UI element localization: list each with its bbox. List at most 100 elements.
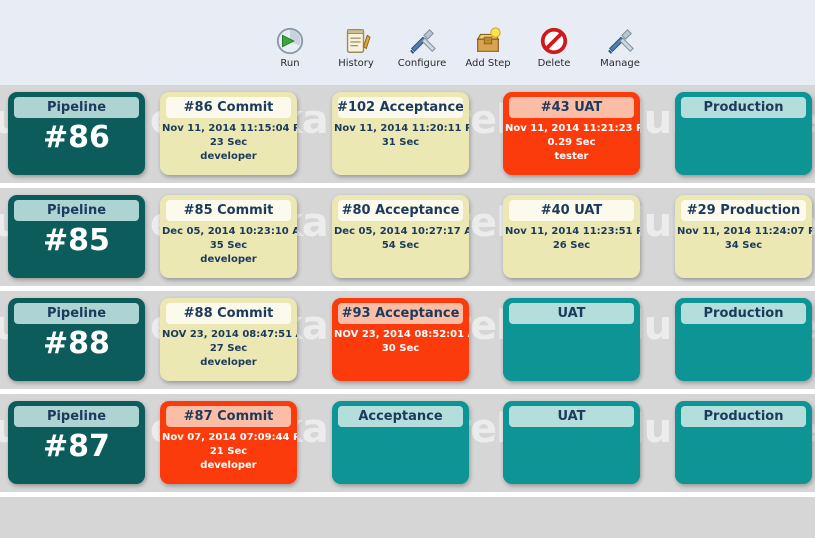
pipeline-rows: edureka!edureka!edureka!edureka!edureka!… <box>0 85 815 497</box>
toolbar-button-manage[interactable]: Manage <box>595 26 645 69</box>
toolbar-button-label: History <box>338 58 374 69</box>
toolbar-actions: Run History Configure Add Step Delete Manage <box>265 26 645 69</box>
stage-card-datetime: Nov 07, 2014 07:09:44 PM <box>162 432 297 443</box>
stage-card-body: Nov 11, 2014 11:24:07 PM 34 Sec <box>677 225 812 276</box>
pipeline-card-title: Pipeline <box>14 406 139 427</box>
pipeline-card-title: Pipeline <box>14 303 139 324</box>
stage-card-duration: 27 Sec <box>209 343 248 354</box>
stage-card-body <box>677 328 810 379</box>
stage-card-body: Nov 11, 2014 11:20:11 PM 31 Sec <box>334 122 469 173</box>
toolbar-button-label: Delete <box>537 58 571 69</box>
stage-card-datetime: Nov 11, 2014 11:20:11 PM <box>334 123 469 134</box>
toolbar-button-label: Run <box>280 58 300 69</box>
stage-card[interactable]: UAT <box>503 298 640 381</box>
stage-card[interactable]: Production <box>675 298 812 381</box>
run-icon <box>276 27 304 55</box>
stage-card-body: Dec 05, 2014 10:23:10 AM 35 Sec developer <box>162 225 297 276</box>
stage-card-user: developer <box>200 151 257 162</box>
row-cards: Pipeline #86 #86 Commit Nov 11, 2014 11:15:… <box>0 85 815 183</box>
stage-card[interactable]: #88 Commit NOV 23, 2014 08:47:51 AM 27 Sec… <box>160 298 297 381</box>
stage-card-datetime: Nov 11, 2014 11:15:04 PM <box>162 123 297 134</box>
stage-card-user: developer <box>200 254 257 265</box>
pipeline-row: edureka!edureka!edureka!edureka!edureka!… <box>0 188 815 286</box>
stage-card[interactable]: #43 UAT Nov 11, 2014 11:21:23 PM 0.29 Sec t… <box>503 92 640 175</box>
stage-card-title: #102 Acceptance <box>338 97 463 118</box>
stage-card-body: Nov 11, 2014 11:21:23 PM 0.29 Sec tester <box>505 122 640 173</box>
toolbar-button-add-step[interactable]: Add Step <box>463 26 513 69</box>
pipeline-card-number: #88 <box>43 326 110 361</box>
stage-card-datetime: NOV 23, 2014 08:52:01 AM <box>334 329 469 340</box>
stage-card-user: tester <box>554 151 589 162</box>
stage-card-body: Nov 11, 2014 11:15:04 PM 23 Sec developer <box>162 122 297 173</box>
stage-card[interactable]: #102 Acceptance Nov 11, 2014 11:20:11 PM 3… <box>332 92 469 175</box>
toolbar-button-history[interactable]: History <box>331 26 381 69</box>
pipeline-card[interactable]: Pipeline #86 <box>8 92 145 175</box>
stage-card[interactable]: #80 Acceptance Dec 05, 2014 10:27:17 AM 54… <box>332 195 469 278</box>
row-cards: Pipeline #87 #87 Commit Nov 07, 2014 07:09:… <box>0 394 815 492</box>
configure-icon <box>410 29 436 54</box>
stage-card-datetime: Nov 11, 2014 11:23:51 PM <box>505 226 640 237</box>
add-step-icon <box>476 27 501 52</box>
stage-card-duration: 34 Sec <box>724 240 763 251</box>
stage-card-duration: 31 Sec <box>381 137 420 148</box>
pipeline-card-title: Pipeline <box>14 97 139 118</box>
stage-card-title: #43 UAT <box>509 97 634 118</box>
stage-card-title: Production <box>681 303 806 324</box>
toolbar-button-label: Manage <box>600 58 640 69</box>
pipeline-card[interactable]: Pipeline #85 <box>8 195 145 278</box>
stage-card-title: #85 Commit <box>166 200 291 221</box>
stage-card-duration: 35 Sec <box>209 240 248 251</box>
stage-card-user: developer <box>200 460 257 471</box>
stage-card-title: #87 Commit <box>166 406 291 427</box>
pipeline-card[interactable]: Pipeline #87 <box>8 401 145 484</box>
toolbar-button-delete[interactable]: Delete <box>529 26 579 69</box>
stage-card-title: #88 Commit <box>166 303 291 324</box>
pipeline-card-number: #87 <box>43 429 110 464</box>
stage-card[interactable]: #29 Production Nov 11, 2014 11:24:07 PM 34… <box>675 195 812 278</box>
stage-card-duration: 23 Sec <box>209 137 248 148</box>
stage-card[interactable]: #93 Acceptance NOV 23, 2014 08:52:01 AM 30… <box>332 298 469 381</box>
stage-card[interactable]: #85 Commit Dec 05, 2014 10:23:10 AM 35 Sec… <box>160 195 297 278</box>
stage-card-duration: 26 Sec <box>552 240 591 251</box>
stage-card-body: NOV 23, 2014 08:52:01 AM 30 Sec <box>334 328 469 379</box>
stage-card-title: UAT <box>509 406 634 427</box>
stage-card[interactable]: Production <box>675 92 812 175</box>
stage-card-title: Acceptance <box>338 406 463 427</box>
pipeline-row: edureka!edureka!edureka!edureka!edureka!… <box>0 291 815 389</box>
stage-card-body <box>505 328 638 379</box>
toolbar-button-run[interactable]: Run <box>265 26 315 69</box>
stage-card[interactable]: Acceptance <box>332 401 469 484</box>
stage-card-user: developer <box>200 357 257 368</box>
stage-card-title: Production <box>681 406 806 427</box>
pipeline-card-title: Pipeline <box>14 200 139 221</box>
stage-card-body <box>677 122 810 173</box>
stage-card[interactable]: Production <box>675 401 812 484</box>
stage-card[interactable]: #87 Commit Nov 07, 2014 07:09:44 PM 21 Sec… <box>160 401 297 484</box>
row-cards: Pipeline #88 #88 Commit NOV 23, 2014 08:47:… <box>0 291 815 389</box>
bottom-band <box>0 497 815 538</box>
pipeline-card-number: #86 <box>43 120 110 155</box>
stage-card-title: #86 Commit <box>166 97 291 118</box>
stage-card-body: Nov 11, 2014 11:23:51 PM 26 Sec <box>505 225 640 276</box>
toolbar-button-configure[interactable]: Configure <box>397 26 447 69</box>
stage-card-datetime: Dec 05, 2014 10:23:10 AM <box>162 226 297 237</box>
stage-card-body <box>334 431 467 482</box>
stage-card-duration: 21 Sec <box>209 446 248 457</box>
toolbar: Run History Configure Add Step Delete Manage <box>0 0 815 85</box>
delete-icon <box>540 27 568 55</box>
pipeline-card[interactable]: Pipeline #88 <box>8 298 145 381</box>
stage-card-body: NOV 23, 2014 08:47:51 AM 27 Sec developer <box>162 328 297 379</box>
toolbar-button-label: Add Step <box>465 58 511 69</box>
stage-card[interactable]: #40 UAT Nov 11, 2014 11:23:51 PM 26 Sec <box>503 195 640 278</box>
stage-card-duration: 0.29 Sec <box>547 137 596 148</box>
stage-card-body <box>677 431 810 482</box>
history-icon <box>346 29 371 53</box>
stage-card-body <box>505 431 638 482</box>
stage-card-title: UAT <box>509 303 634 324</box>
stage-card-datetime: NOV 23, 2014 08:47:51 AM <box>162 329 297 340</box>
stage-card-duration: 30 Sec <box>381 343 420 354</box>
stage-card[interactable]: #86 Commit Nov 11, 2014 11:15:04 PM 23 Sec… <box>160 92 297 175</box>
pipeline-row: edureka!edureka!edureka!edureka!edureka!… <box>0 394 815 492</box>
stage-card[interactable]: UAT <box>503 401 640 484</box>
stage-card-body: Dec 05, 2014 10:27:17 AM 54 Sec <box>334 225 469 276</box>
